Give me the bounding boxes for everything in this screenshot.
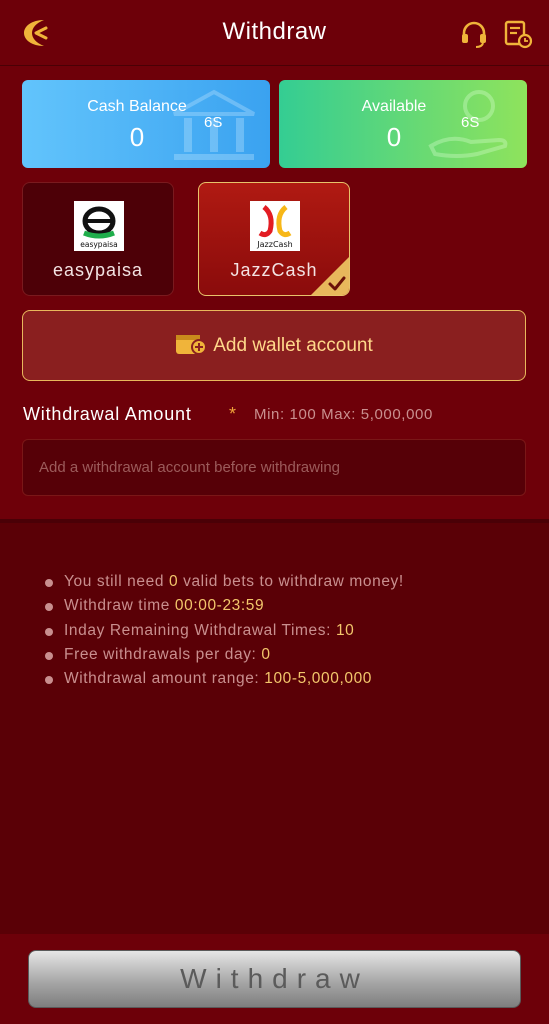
wallet-add-icon [176, 334, 208, 355]
headset-icon [462, 21, 486, 48]
easypaisa-logo-icon: easypaisa [74, 201, 124, 251]
rule-item: You still need 0 valid bets to withdraw … [44, 573, 534, 597]
withdraw-button[interactable]: Withdraw [28, 950, 521, 1008]
rule-text: Inday Remaining Withdrawal Times: [64, 621, 336, 639]
rule-highlight: 00:00-23:59 [174, 597, 265, 615]
jazzcash-logo-icon: JazzCash [250, 201, 300, 251]
rule-item: Inday Remaining Withdrawal Times: 10 [44, 622, 534, 646]
rule-text: Withdrawal amount range: [64, 670, 265, 688]
cash-balance-card: Cash Balance 0 6S [22, 80, 270, 168]
withdrawal-amount-label: Withdrawal Amount [23, 404, 192, 424]
easypaisa-logo-text: easypaisa [80, 240, 118, 249]
rule-highlight: 0 [168, 573, 179, 590]
rule-item: Free withdrawals per day: 0 [44, 646, 534, 670]
rule-highlight: 100-5,000,000 [264, 670, 373, 688]
bullet-dot [45, 676, 53, 685]
rule-text: valid bets to withdraw money! [178, 573, 404, 590]
wallet-name-easypaisa: easypaisa [52, 260, 144, 280]
footer-bar: Withdraw [0, 934, 549, 1024]
record-list-icon [504, 20, 533, 49]
withdrawal-amount-input[interactable] [22, 439, 526, 496]
withdraw-main: Cash Balance 0 6S Available 0 6S easypai… [0, 66, 549, 522]
app-header: Withdraw [0, 0, 549, 66]
rule-text: You still need [64, 573, 169, 590]
customer-support-button[interactable] [458, 18, 490, 50]
rule-text: Free withdrawals per day: [64, 645, 262, 663]
rule-item: Withdrawal amount range: 100-5,000,000 [44, 670, 534, 694]
jazzcash-logo-text: JazzCash [256, 240, 292, 249]
selected-check-icon [311, 257, 349, 295]
rule-item: Withdraw time 00:00-23:59 [44, 597, 534, 621]
available-balance-card: Available 0 6S [279, 80, 527, 168]
section-divider [0, 519, 549, 523]
rule-highlight: 0 [261, 645, 271, 663]
bullet-dot [45, 603, 53, 612]
wallet-option-easypaisa[interactable]: easypaisa easypaisa [22, 182, 174, 296]
bullet-dot [45, 627, 53, 636]
add-wallet-content: Add wallet account [23, 334, 525, 357]
wallet-option-jazzcash[interactable]: JazzCash JazzCash [198, 182, 350, 296]
required-mark: * [229, 404, 237, 424]
rule-text: Withdraw time [64, 597, 175, 615]
bullet-dot [45, 579, 53, 587]
bullet-dot [45, 651, 53, 660]
rule-highlight: 10 [335, 621, 355, 639]
easypaisa-logo: easypaisa [74, 201, 124, 251]
available-balance-timer: 6S [461, 114, 480, 131]
withdraw-records-button[interactable] [502, 18, 534, 50]
add-wallet-label: Add wallet account [213, 335, 373, 356]
withdraw-rules-list: You still need 0 valid bets to withdraw … [44, 573, 534, 694]
jazzcash-logo: JazzCash [250, 201, 300, 251]
add-wallet-account-button[interactable]: Add wallet account [22, 310, 526, 381]
cash-balance-timer: 6S [204, 114, 223, 131]
amount-range-hint: Min: 100 Max: 5,000,000 [254, 406, 433, 423]
